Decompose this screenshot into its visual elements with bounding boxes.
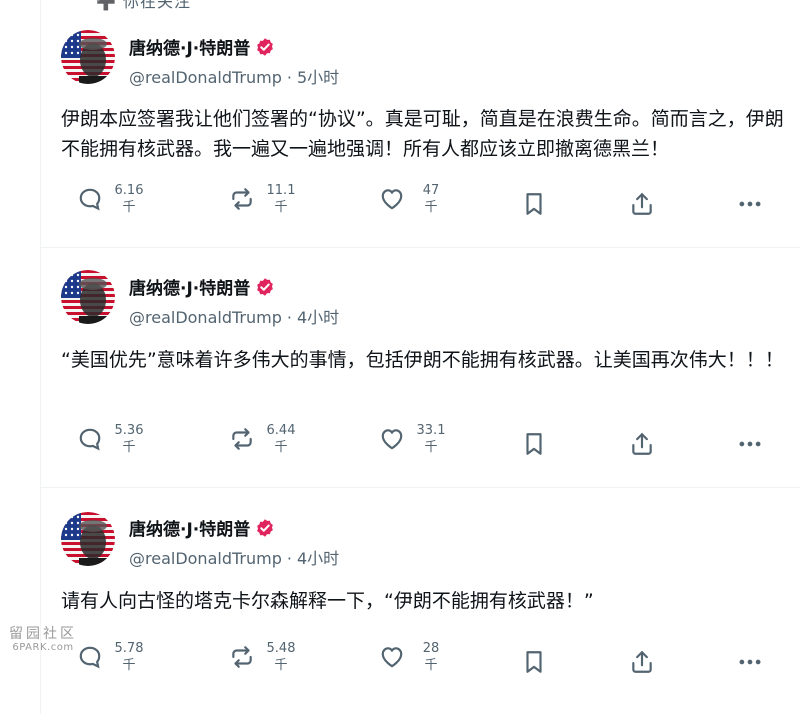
more-button[interactable] [737, 431, 763, 457]
post-text: 伊朗本应签署我让他们签署的“协议”。真是可耻，简直是在浪费生命。简而言之，伊朗不… [61, 108, 784, 160]
post-meta: @realDonaldTrump · 4小时 [129, 549, 340, 568]
reply-button[interactable]: 6.16 千 [77, 182, 147, 216]
post[interactable]: 唐纳德·J·特朗普 @realDonaldTrump · 4小时 请有人向古怪的塔克… [41, 488, 800, 714]
bookmark-button[interactable] [521, 191, 547, 217]
post-time[interactable]: 4小时 [297, 549, 339, 568]
watermark-url: 6PARK.com [12, 642, 74, 653]
verified-badge-icon [255, 37, 275, 57]
post[interactable]: 唐纳德·J·特朗普 @realDonaldTrump · 4小时 “美国优先”意味着… [41, 248, 800, 488]
like-count-unit: 千 [424, 658, 438, 673]
more-icon [737, 191, 763, 217]
like-count: 28 千 [413, 640, 449, 674]
verified-badge-icon [255, 518, 275, 538]
share-button[interactable] [629, 431, 655, 457]
repost-icon [229, 644, 255, 670]
share-icon [629, 191, 655, 217]
like-count-number: 33.1 [416, 423, 446, 438]
reply-count-number: 5.36 [114, 423, 144, 438]
repost-icon [229, 186, 255, 212]
reply-count-unit: 千 [122, 658, 136, 673]
more-icon [737, 649, 763, 675]
reply-count-number: 6.16 [114, 183, 144, 198]
like-button[interactable]: 33.1 千 [379, 422, 449, 456]
author-name-row: 唐纳德·J·特朗普 [129, 274, 275, 299]
repost-count: 5.48 千 [263, 640, 299, 674]
avatar[interactable] [61, 512, 115, 566]
reply-count: 6.16 千 [111, 182, 147, 216]
repost-icon [229, 426, 255, 452]
timeline-page: ➕ 你在关注 唐纳德·J·特朗普 @realDonaldTrump · 5小时 伊朗… [0, 0, 800, 714]
repost-count-unit: 千 [274, 658, 288, 673]
more-button[interactable] [737, 649, 763, 675]
reply-button[interactable]: 5.78 千 [77, 640, 147, 674]
like-count-number: 28 [422, 641, 440, 656]
repost-count-number: 6.44 [266, 423, 296, 438]
avatar[interactable] [61, 270, 115, 324]
reply-icon [77, 186, 103, 212]
like-count-number: 47 [422, 183, 440, 198]
share-button[interactable] [629, 649, 655, 675]
site-watermark: 留园社区 6PARK.com [6, 626, 80, 654]
more-button[interactable] [737, 191, 763, 217]
like-button[interactable]: 28 千 [379, 640, 449, 674]
repost-button[interactable]: 5.48 千 [229, 640, 299, 674]
post-meta: @realDonaldTrump · 4小时 [129, 308, 340, 327]
post-meta: @realDonaldTrump · 5小时 [129, 68, 340, 87]
repost-count: 6.44 千 [263, 422, 299, 456]
avatar[interactable] [61, 30, 115, 84]
author-handle[interactable]: @realDonaldTrump [129, 68, 282, 87]
repost-button[interactable]: 11.1 千 [229, 182, 299, 216]
repost-count: 11.1 千 [263, 182, 299, 216]
reply-count-unit: 千 [122, 440, 136, 455]
post-actions: 5.36 千 6.44 千 33.1 千 [77, 422, 777, 466]
like-button[interactable]: 47 千 [379, 182, 449, 216]
following-indicator: ➕ 你在关注 [96, 0, 192, 11]
repost-count-number: 5.48 [266, 641, 296, 656]
reply-button[interactable]: 5.36 千 [77, 422, 147, 456]
bookmark-button[interactable] [521, 431, 547, 457]
post-actions: 5.78 千 5.48 千 28 千 [77, 640, 777, 684]
post-text: “美国优先”意味着许多伟大的事情，包括伊朗不能拥有核武器。让美国再次伟大！！！ [61, 349, 784, 371]
reply-count-unit: 千 [122, 200, 136, 215]
reply-count: 5.78 千 [111, 640, 147, 674]
author-name-row: 唐纳德·J·特朗普 [129, 515, 275, 540]
like-count: 47 千 [413, 182, 449, 216]
heart-icon [379, 186, 405, 212]
like-count-unit: 千 [424, 200, 438, 215]
repost-button[interactable]: 6.44 千 [229, 422, 299, 456]
bookmark-icon [521, 649, 547, 675]
post-actions: 6.16 千 11.1 千 47 千 [77, 182, 777, 226]
bookmark-button[interactable] [521, 649, 547, 675]
reply-icon [77, 426, 103, 452]
share-icon [629, 649, 655, 675]
reply-count: 5.36 千 [111, 422, 147, 456]
author-handle[interactable]: @realDonaldTrump [129, 549, 282, 568]
post[interactable]: 唐纳德·J·特朗普 @realDonaldTrump · 5小时 伊朗本应签署我让他… [41, 12, 800, 248]
author-display-name[interactable]: 唐纳德·J·特朗普 [129, 34, 250, 59]
heart-icon [379, 644, 405, 670]
post-text: 请有人向古怪的塔克卡尔森解释一下，“伊朗不能拥有核武器！” [61, 590, 594, 612]
share-icon [629, 431, 655, 457]
heart-icon [379, 426, 405, 452]
bookmark-icon [521, 191, 547, 217]
author-name-row: 唐纳德·J·特朗普 [129, 34, 275, 59]
reply-icon [77, 644, 103, 670]
author-display-name[interactable]: 唐纳德·J·特朗普 [129, 515, 250, 540]
post-time[interactable]: 5小时 [297, 68, 339, 87]
author-display-name[interactable]: 唐纳德·J·特朗普 [129, 274, 250, 299]
post-time[interactable]: 4小时 [297, 308, 339, 327]
reply-count-number: 5.78 [114, 641, 144, 656]
watermark-title: 留园社区 [9, 626, 77, 642]
more-icon [737, 431, 763, 457]
repost-count-unit: 千 [274, 440, 288, 455]
author-handle[interactable]: @realDonaldTrump [129, 308, 282, 327]
repost-count-number: 11.1 [266, 183, 296, 198]
verified-badge-icon [255, 277, 275, 297]
like-count: 33.1 千 [413, 422, 449, 456]
repost-count-unit: 千 [274, 200, 288, 215]
like-count-unit: 千 [424, 440, 438, 455]
bookmark-icon [521, 431, 547, 457]
share-button[interactable] [629, 191, 655, 217]
